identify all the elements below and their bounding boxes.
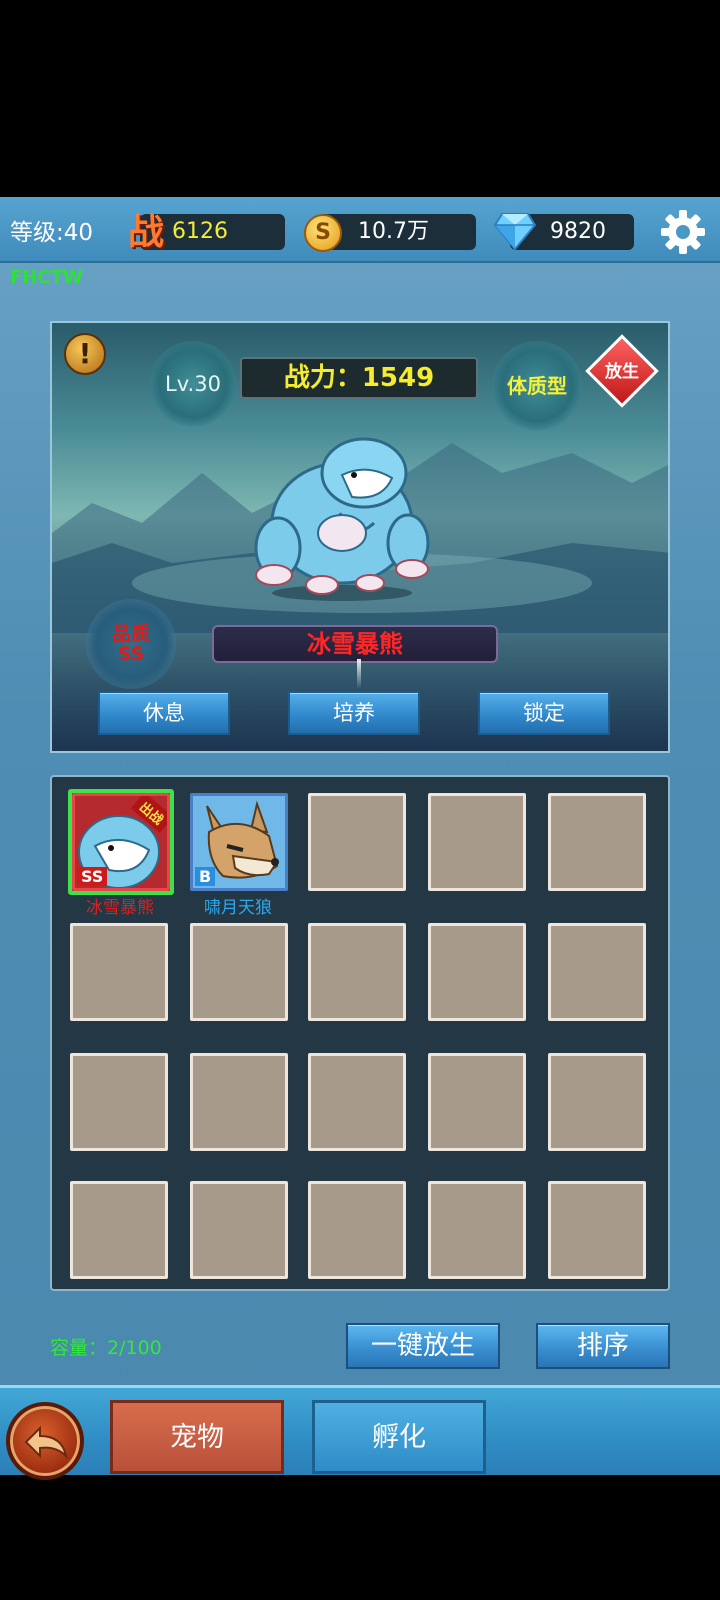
pet-inventory-grid: SS 出战 冰雪暴熊 B 啸月天狼	[50, 775, 670, 1291]
empty-pet-slot[interactable]	[548, 793, 646, 891]
pet-name-plate: 冰雪暴熊	[212, 625, 498, 663]
sparkle-decoration	[357, 659, 361, 689]
release-all-button[interactable]: 一键放生	[346, 1323, 500, 1369]
lock-button[interactable]: 锁定	[478, 691, 610, 735]
quality-value: SS	[117, 643, 145, 665]
top-bar: 等级:40 6126 战 10.7万 S 9820	[0, 197, 720, 263]
pet-showcase: ! Lv.30 战力：1549 体质型 放生 品质 SS 冰雪暴熊 休息 培养 …	[50, 321, 670, 753]
empty-pet-slot[interactable]	[428, 1181, 526, 1279]
empty-pet-slot[interactable]	[70, 923, 168, 1021]
empty-pet-slot[interactable]	[428, 793, 526, 891]
back-arrow-icon	[24, 1425, 68, 1460]
empty-pet-slot[interactable]	[70, 1053, 168, 1151]
empty-pet-slot[interactable]	[548, 1181, 646, 1279]
empty-pet-slot[interactable]	[190, 1181, 288, 1279]
pet-name-label: 冰雪暴熊	[86, 898, 154, 918]
pet-type-badge: 体质型	[492, 341, 582, 431]
tab-hatch[interactable]: 孵化	[312, 1400, 486, 1474]
pet-level-badge: Lv.30	[150, 341, 236, 427]
power-value: 6126	[172, 219, 228, 244]
pet-slot-ice-bear[interactable]: SS 出战	[72, 793, 170, 891]
sort-button[interactable]: 排序	[536, 1323, 670, 1369]
pet-name-label: 啸月天狼	[204, 898, 272, 918]
empty-pet-slot[interactable]	[70, 1181, 168, 1279]
empty-pet-slot[interactable]	[190, 923, 288, 1021]
empty-pet-slot[interactable]	[308, 923, 406, 1021]
pet-grade-label: B	[195, 867, 216, 886]
release-label[interactable]: 放生	[592, 357, 652, 382]
player-level: 等级:40	[10, 220, 94, 246]
battle-icon: 战	[127, 211, 164, 253]
empty-pet-slot[interactable]	[428, 923, 526, 1021]
pet-grade-label: SS	[77, 867, 108, 886]
watermark-text: FHCTW	[10, 267, 83, 288]
ice-bear-pet-image	[254, 437, 430, 601]
empty-pet-slot[interactable]	[308, 1053, 406, 1151]
pet-combat-power: 战力：1549	[240, 357, 478, 399]
empty-pet-slot[interactable]	[428, 1053, 526, 1151]
empty-pet-slot[interactable]	[308, 793, 406, 891]
gem-value: 9820	[550, 219, 606, 244]
quality-label: 品质	[111, 623, 150, 645]
settings-gear-icon[interactable]	[658, 207, 708, 257]
empty-pet-slot[interactable]	[190, 1053, 288, 1151]
bottom-nav: 宠物 孵化	[0, 1385, 720, 1480]
back-button[interactable]	[6, 1402, 84, 1480]
capacity-counter: 容量：2/100	[50, 1337, 162, 1359]
coin-icon: S	[304, 214, 342, 252]
empty-pet-slot[interactable]	[308, 1181, 406, 1279]
pet-slot-howling-wolf[interactable]: B	[190, 793, 288, 891]
empty-pet-slot[interactable]	[548, 923, 646, 1021]
info-alert-icon[interactable]: !	[64, 333, 106, 375]
train-button[interactable]: 培养	[288, 691, 420, 735]
coin-value: 10.7万	[358, 219, 429, 244]
pet-screen: 等级:40 6126 战 10.7万 S 9820 FHCTW ! Lv.30 …	[0, 197, 720, 1480]
diamond-icon	[494, 213, 536, 250]
rest-button[interactable]: 休息	[98, 691, 230, 735]
empty-pet-slot[interactable]	[548, 1053, 646, 1151]
tab-pets[interactable]: 宠物	[110, 1400, 284, 1474]
pet-quality-badge: 品质 SS	[86, 599, 176, 689]
